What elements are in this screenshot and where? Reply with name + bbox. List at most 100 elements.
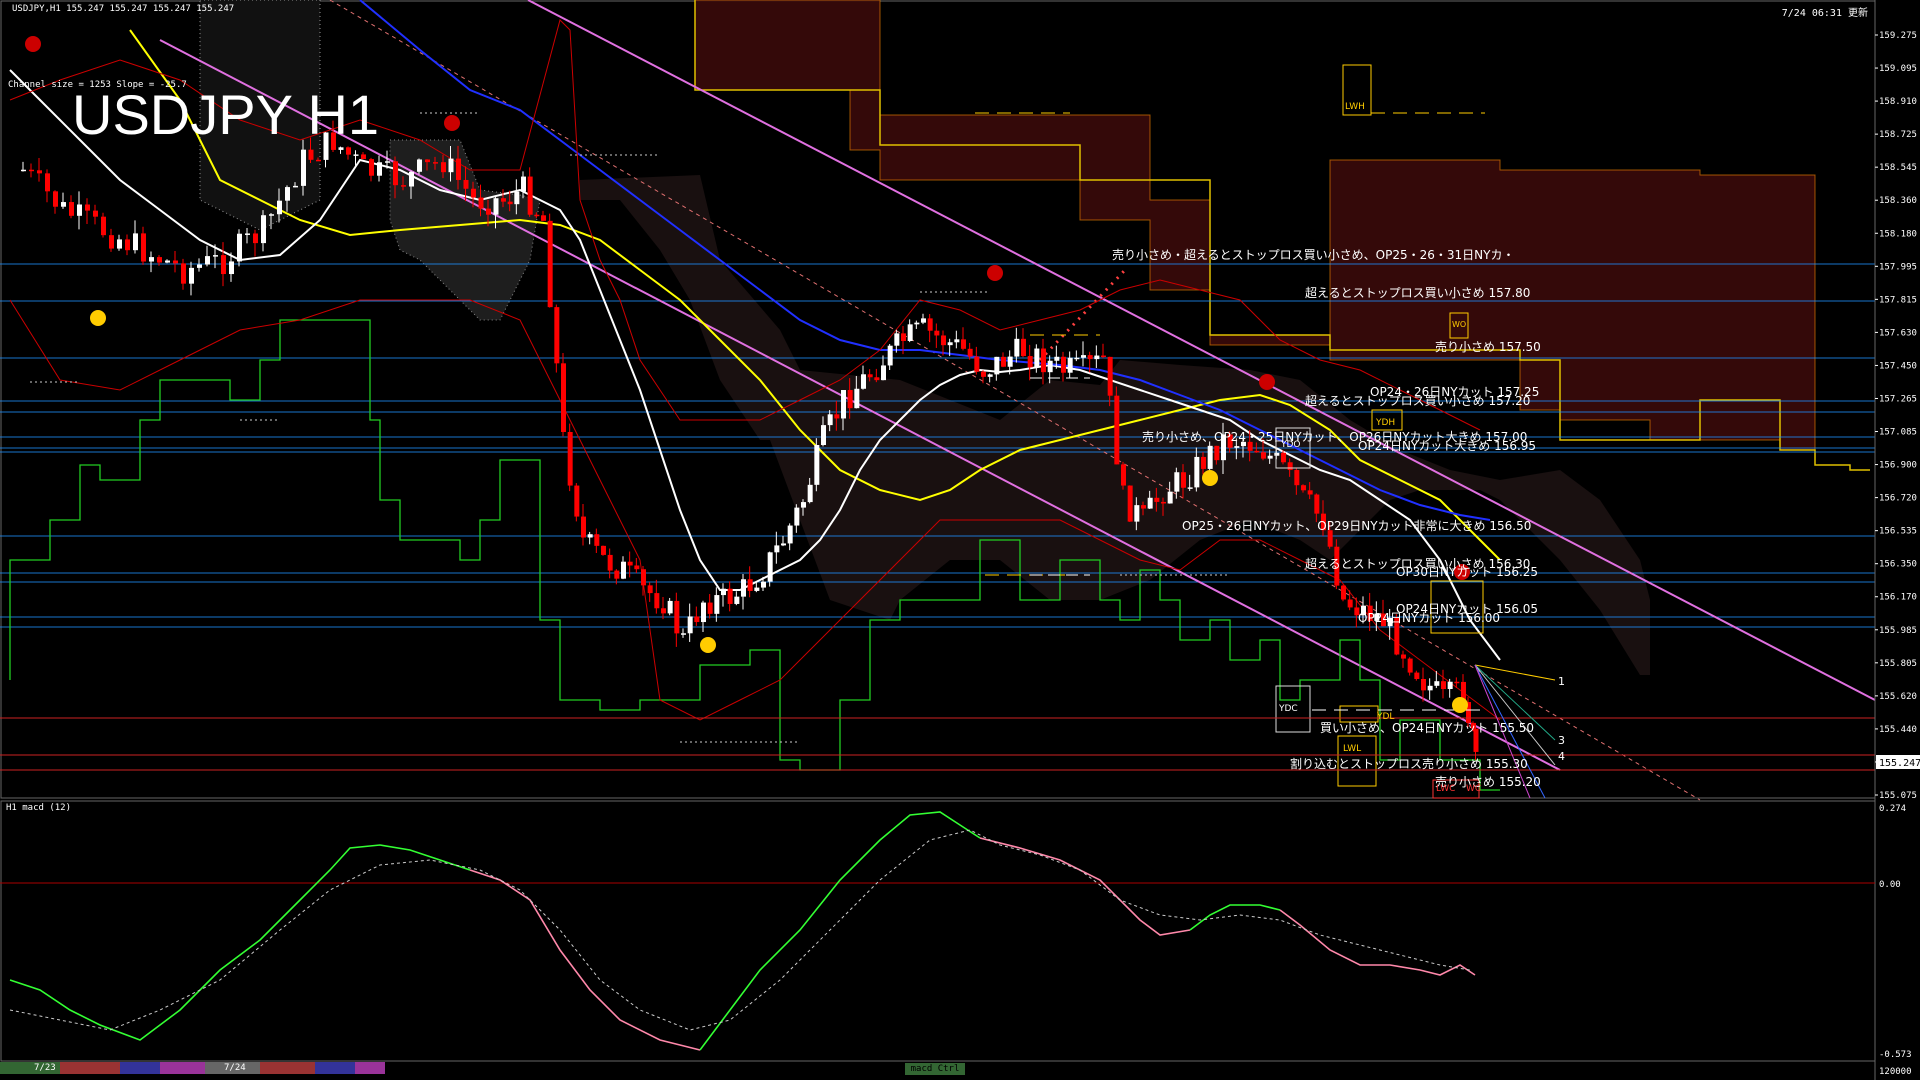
macd-rising-line-2 [1189,904,1281,931]
macd-label: H1 macd (12) [6,803,72,813]
chart-title: USDJPY H1 [72,83,380,146]
price-tick-label: 155.620 [1879,692,1917,702]
candle-body [471,188,476,198]
candle-body [157,257,162,263]
candle-body [1421,678,1426,691]
candle-body [707,602,713,614]
candle-body [601,545,606,555]
chart-canvas: 159.275 159.095 158.910 158.725 158.545 158.3… [0,0,1920,1080]
candle-body [741,579,746,597]
candle-body [1281,452,1286,463]
candle-body [894,333,900,346]
candle-body [701,602,706,623]
candle-body [821,425,826,446]
fan-number-1: 1 [1558,675,1565,688]
annotation-0: 売り小さめ・超えるとストップロス買い小さめ、OP25・26・31日NYカ・ [1112,248,1515,262]
candle-body [1127,485,1133,522]
candle-body [221,255,226,275]
candle-body [667,600,673,614]
candle-body [165,260,170,263]
candle-body [501,198,506,202]
macd-ctrl-button[interactable]: macd Ctrl [905,1063,965,1075]
candle-body [747,579,753,591]
candle-body [277,200,282,215]
fan-number-3: 3 [1558,734,1565,747]
candle-body [781,543,786,546]
candle-body [1341,585,1346,600]
marker-wo: WO [1452,320,1467,329]
candle-body [1114,395,1120,465]
candle-body [316,159,321,162]
candle-body [534,214,540,217]
candle-body [1027,356,1033,368]
candle-body [117,239,122,249]
candle-body [1181,472,1186,488]
candle-body [727,588,733,604]
candle-body [1187,487,1193,489]
candle-body [77,204,82,216]
macd-rising-line [699,811,981,1051]
candle-body [1134,505,1140,522]
candle-body [1214,445,1220,461]
annotation-2: 売り小さめ 157.50 [1435,340,1541,354]
candle-body [1054,356,1060,361]
price-tick-label: 157.995 [1879,262,1917,272]
candle-body [45,173,50,192]
annotation-7: OP25・26日NYカット、OP29日NYカット非常に大きめ 156.50 [1182,519,1532,533]
annotation-6: OP24日NYカット大きめ 156.95 [1358,439,1537,453]
candle-body [301,149,306,186]
marker-ydo: YDO [1281,440,1301,450]
candle-body [205,256,210,265]
price-tick-label: 158.725 [1879,130,1917,140]
price-tick-label: 155.985 [1879,626,1917,636]
candle-body [834,414,840,419]
price-tick-label: 158.545 [1879,163,1917,173]
price-tick-label: 157.085 [1879,428,1917,438]
candle-body [448,158,454,173]
candle-body [1041,348,1046,373]
candle-body [1314,494,1320,514]
header-left: USDJPY,H1 155.247 155.247 155.247 155.24… [12,4,235,14]
candle-body [141,233,146,262]
candle-body [441,162,446,173]
candle-body [21,169,26,172]
candle-body [486,208,491,215]
annotation-12: 買い小さめ、OP24日NYカット 155.50 [1320,721,1535,735]
time-label-7-24: 7/24 [224,1063,246,1073]
macd-signal-line [9,829,1471,1031]
price-tick-label: 158.910 [1879,97,1917,107]
candle-body [1234,446,1240,448]
candle-body [807,484,813,503]
candle-body [867,374,873,378]
candle-body [149,257,154,262]
macd-bottom-label: 120000 [1879,1067,1912,1077]
candle-body [1261,452,1266,459]
candle-body [1454,681,1460,684]
price-tick-label: 157.450 [1879,361,1917,371]
candle-body [1094,355,1100,360]
candle-body [801,502,806,508]
candle-body [1201,456,1206,469]
candle-body [927,318,933,331]
candle-body [767,552,773,582]
marker-wc: WC [1466,784,1482,794]
candle-body [229,261,234,275]
candle-body [1001,356,1006,367]
candle-body [1074,357,1080,360]
candle-body [654,593,660,609]
candle-body [69,202,74,216]
candle-body [681,633,686,635]
candle-body [621,561,626,579]
candle-body [1301,485,1306,491]
candle-body [1014,338,1020,357]
candle-body [425,159,430,163]
candle-body [721,588,726,596]
candle-body [774,545,780,553]
candle-body [1007,356,1013,367]
candle-body [1121,464,1126,486]
candle-body [674,600,680,634]
candle-body [456,158,461,180]
candle-body [37,170,42,174]
candle-body [641,569,646,586]
candle-body [1294,470,1300,486]
